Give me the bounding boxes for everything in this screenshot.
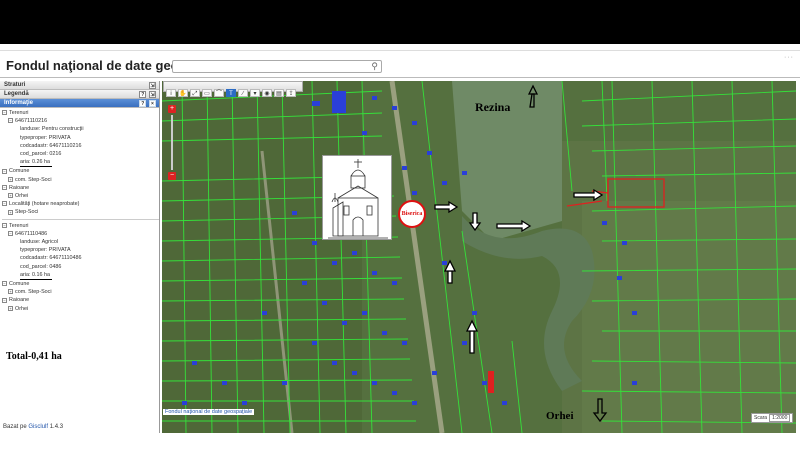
- search-input[interactable]: ⚲: [172, 60, 382, 73]
- expand-icon[interactable]: +: [8, 305, 13, 311]
- attr-aria: aria: 0.26 ha: [2, 158, 159, 168]
- text-tool-icon[interactable]: T: [226, 89, 236, 97]
- locate-icon[interactable]: ◉: [262, 89, 272, 97]
- label-orhei: Orhei: [546, 410, 574, 422]
- app-header: Fondul naţional de date geospaţiale: [0, 50, 800, 78]
- expand-icon[interactable]: +: [8, 176, 13, 182]
- tree-node-parcel[interactable]: −64671110216: [2, 117, 159, 125]
- footer-credit: Bazat pe Gisclulf 1.4.3: [3, 424, 64, 430]
- sidebar: Straturi ⇲ Legendă ? ⇲ Informaţie ? × − T…: [0, 81, 160, 433]
- draw-line-icon[interactable]: ∕: [238, 89, 248, 97]
- church-illustration: [322, 155, 392, 240]
- expand-icon[interactable]: +: [8, 289, 13, 295]
- collapse-icon[interactable]: −: [2, 184, 7, 190]
- label-rezina: Rezina: [475, 100, 511, 114]
- attr-cod-parcel: cod_parcel: 0486: [20, 263, 62, 270]
- map-view[interactable]: [162, 81, 796, 433]
- tree-node-raioane[interactable]: − Raioane: [2, 296, 159, 304]
- tree-node-raioane-item[interactable]: + Orhei: [2, 192, 159, 200]
- scale-value[interactable]: 1:2000: [769, 414, 791, 422]
- info-tree-1: − Terenuri −64671110216 landuse: Pentru c…: [0, 108, 159, 313]
- tree-node-comune[interactable]: − Comune: [2, 280, 159, 288]
- tree-node-comune-item[interactable]: + com. Step-Soci: [2, 288, 159, 296]
- zoom-in-icon[interactable]: +: [168, 105, 176, 113]
- attr-codcadastr: codcadastr: 64671110216: [20, 142, 82, 149]
- collapse-icon[interactable]: ⇲: [149, 82, 156, 89]
- scale-label: Scara: [754, 415, 768, 421]
- divider: [2, 218, 159, 220]
- tree-node-parcel[interactable]: −64671110486: [2, 230, 159, 238]
- gisclient-link[interactable]: Gisclulf: [28, 424, 48, 430]
- print-icon[interactable]: ▤: [274, 89, 284, 97]
- attr-landuse: landuse: Pentru construcţii: [20, 126, 84, 133]
- attr-landuse: landuse: Agricol: [20, 239, 59, 246]
- search-icon[interactable]: ⚲: [371, 61, 378, 72]
- attr-cod-parcel: cod_parcel: 0216: [20, 151, 62, 158]
- close-icon[interactable]: ×: [149, 100, 156, 107]
- help-icon[interactable]: ?: [139, 91, 147, 98]
- collapse-icon[interactable]: −: [2, 201, 7, 207]
- tree-node-comune-item[interactable]: + com. Step-Soci: [2, 176, 159, 184]
- panel-legenda-label: Legendă: [4, 91, 29, 97]
- attr-codcadastr: codcadastr: 64671110486: [20, 255, 82, 262]
- church-drawing-icon: [328, 159, 388, 239]
- help-icon[interactable]: ?: [139, 100, 147, 107]
- tree-node-terenuri[interactable]: − Terenuri: [2, 222, 159, 230]
- attr-aria: aria: 0.16 ha: [2, 271, 159, 281]
- tree-node-raioane-item[interactable]: + Orhei: [2, 305, 159, 313]
- aerial-map[interactable]: [162, 81, 796, 433]
- tree-node-raioane[interactable]: − Raioane: [2, 184, 159, 192]
- total-area-label: Total-0,41 ha: [6, 351, 62, 362]
- collapse-icon[interactable]: −: [2, 222, 7, 228]
- zoom-control: + −: [168, 105, 176, 180]
- collapse-icon[interactable]: −: [8, 230, 13, 236]
- collapse-icon[interactable]: −: [2, 110, 7, 116]
- attr-typeproper: typeproper: PRIVATA: [20, 134, 71, 141]
- panel-legenda[interactable]: Legendă ? ⇲: [0, 90, 159, 99]
- attr-typeproper: typeproper: PRIVATA: [20, 247, 71, 254]
- zoom-box-icon[interactable]: ▭: [202, 89, 212, 97]
- measure-icon[interactable]: ⌒: [214, 89, 224, 97]
- info-icon[interactable]: i: [166, 89, 176, 97]
- tree-node-terenuri[interactable]: − Terenuri: [2, 109, 159, 117]
- export-icon[interactable]: ⇪: [286, 89, 296, 97]
- map-credit-link[interactable]: Fondul naţional de date geospaţiale: [163, 409, 255, 415]
- tree-node-localitati-item[interactable]: + Step-Soci: [2, 208, 159, 216]
- collapse-icon[interactable]: −: [2, 281, 7, 287]
- zoom-extent-icon[interactable]: ⤢: [190, 89, 200, 97]
- map-toolbar: i ✋ ⤢ ▭ ⌒ T ∕ ▾ ◉ ▤ ⇪: [163, 81, 303, 97]
- header-menu-icon[interactable]: ···: [784, 54, 794, 61]
- collapse-icon[interactable]: −: [2, 168, 7, 174]
- tree-node-comune[interactable]: − Comune: [2, 167, 159, 175]
- pan-icon[interactable]: ✋: [178, 89, 188, 97]
- tree-node-localitati[interactable]: − Localităţi (hotare neaprobate): [2, 200, 159, 208]
- zoom-out-icon[interactable]: −: [168, 172, 176, 180]
- panel-informatie[interactable]: Informaţie ? ×: [0, 99, 159, 108]
- top-black-bar: [0, 0, 800, 44]
- scale-selector[interactable]: Scara 1:2000: [751, 413, 794, 423]
- collapse-icon[interactable]: −: [2, 297, 7, 303]
- panel-informatie-label: Informaţie: [4, 100, 34, 106]
- highlight-parcel-2: [488, 371, 494, 393]
- zoom-slider[interactable]: [171, 115, 173, 170]
- expand-icon[interactable]: +: [8, 193, 13, 199]
- panel-straturi[interactable]: Straturi ⇲: [0, 81, 159, 90]
- dropdown-icon[interactable]: ▾: [250, 89, 260, 97]
- bottom-bar: [0, 433, 800, 450]
- expand-icon[interactable]: +: [8, 209, 13, 215]
- church-marker: Biserica: [398, 200, 426, 228]
- panel-straturi-label: Straturi: [4, 82, 26, 88]
- collapse-icon[interactable]: ⇲: [149, 91, 156, 98]
- collapse-icon[interactable]: −: [8, 118, 13, 124]
